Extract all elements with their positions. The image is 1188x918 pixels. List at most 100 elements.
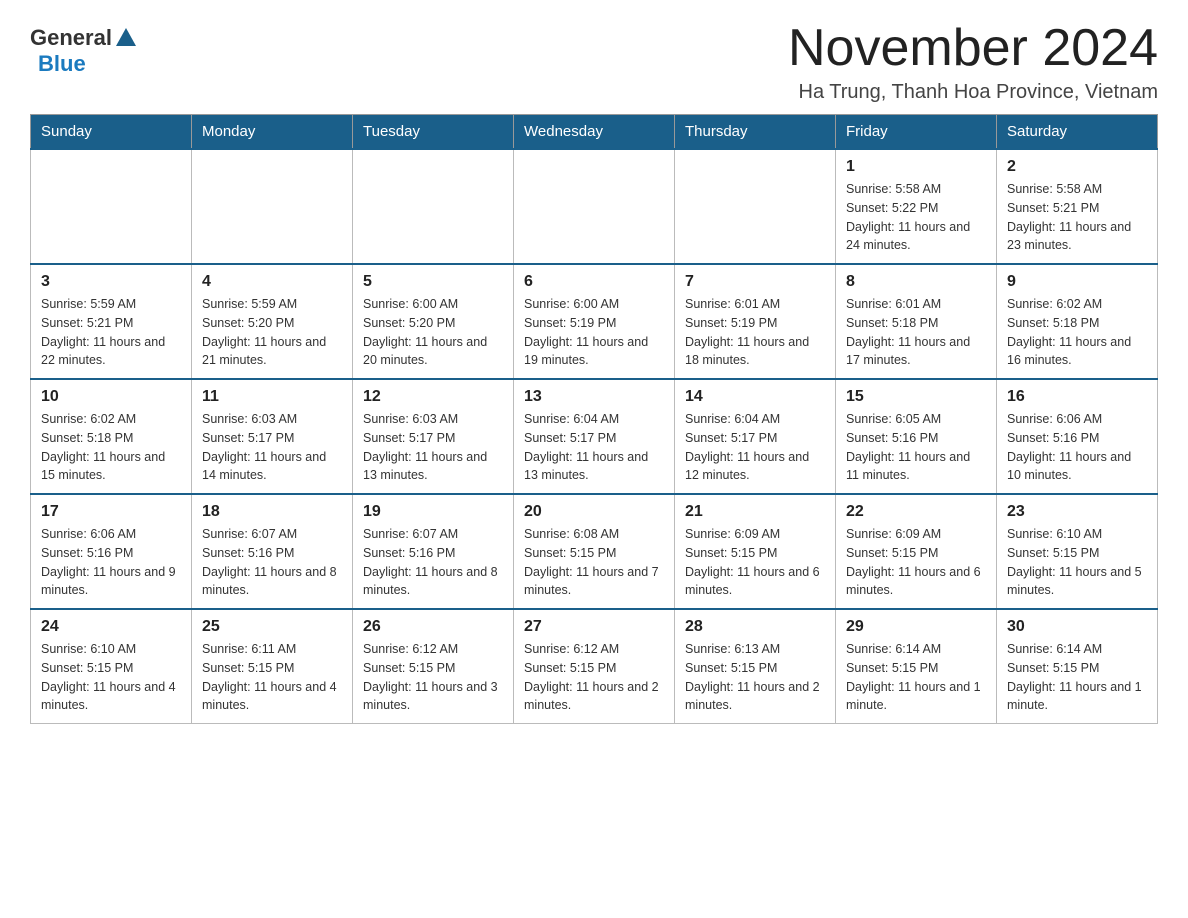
- calendar-table: SundayMondayTuesdayWednesdayThursdayFrid…: [30, 114, 1158, 724]
- day-number: 5: [363, 273, 503, 291]
- calendar-cell: [675, 149, 836, 264]
- day-info: Sunrise: 5:59 AM Sunset: 5:21 PM Dayligh…: [41, 295, 181, 370]
- calendar-cell: 23 Sunrise: 6:10 AM Sunset: 5:15 PM Dayli…: [997, 494, 1158, 609]
- location-subtitle: Ha Trung, Thanh Hoa Province, Vietnam: [788, 81, 1158, 104]
- calendar-cell: 26 Sunrise: 6:12 AM Sunset: 5:15 PM Dayli…: [353, 609, 514, 724]
- calendar-cell: 10Sunrise: 6:02 AM Sunset: 5:18 PM Dayli…: [31, 379, 192, 494]
- day-number: 28: [685, 618, 825, 636]
- day-of-week-header: Thursday: [675, 115, 836, 150]
- day-info: Sunrise: 6:07 AM Sunset: 5:16 PM Dayligh…: [202, 525, 342, 600]
- day-number: 27: [524, 618, 664, 636]
- calendar-cell: 21 Sunrise: 6:09 AM Sunset: 5:15 PM Dayli…: [675, 494, 836, 609]
- calendar-cell: 4 Sunrise: 5:59 AM Sunset: 5:20 PM Daylig…: [192, 264, 353, 379]
- day-info: Sunrise: 6:00 AM Sunset: 5:19 PM Dayligh…: [524, 295, 664, 370]
- day-number: 29: [846, 618, 986, 636]
- day-number: 3: [41, 273, 181, 291]
- calendar-cell: 1 Sunrise: 5:58 AM Sunset: 5:22 PM Daylig…: [836, 149, 997, 264]
- calendar-cell: [514, 149, 675, 264]
- day-number: 26: [363, 618, 503, 636]
- day-number: 2: [1007, 158, 1147, 176]
- day-info: Sunrise: 5:58 AM Sunset: 5:22 PM Dayligh…: [846, 180, 986, 255]
- day-info: Sunrise: 6:12 AM Sunset: 5:15 PM Dayligh…: [524, 640, 664, 715]
- day-number: 19: [363, 503, 503, 521]
- day-info: Sunrise: 6:03 AM Sunset: 5:17 PM Dayligh…: [363, 410, 503, 485]
- day-info: Sunrise: 6:14 AM Sunset: 5:15 PM Dayligh…: [1007, 640, 1147, 715]
- day-number: 24: [41, 618, 181, 636]
- day-info: Sunrise: 5:59 AM Sunset: 5:20 PM Dayligh…: [202, 295, 342, 370]
- week-row: 10Sunrise: 6:02 AM Sunset: 5:18 PM Dayli…: [31, 379, 1158, 494]
- day-of-week-header: Sunday: [31, 115, 192, 150]
- week-row: 17Sunrise: 6:06 AM Sunset: 5:16 PM Dayli…: [31, 494, 1158, 609]
- calendar-header-row: SundayMondayTuesdayWednesdayThursdayFrid…: [31, 115, 1158, 150]
- calendar-cell: 5 Sunrise: 6:00 AM Sunset: 5:20 PM Daylig…: [353, 264, 514, 379]
- calendar-cell: 19 Sunrise: 6:07 AM Sunset: 5:16 PM Dayli…: [353, 494, 514, 609]
- week-row: 24 Sunrise: 6:10 AM Sunset: 5:15 PM Dayli…: [31, 609, 1158, 724]
- logo-blue-text: Blue: [38, 51, 86, 77]
- month-title: November 2024: [788, 20, 1158, 77]
- day-info: Sunrise: 6:07 AM Sunset: 5:16 PM Dayligh…: [363, 525, 503, 600]
- calendar-cell: 13Sunrise: 6:04 AM Sunset: 5:17 PM Dayli…: [514, 379, 675, 494]
- day-info: Sunrise: 6:11 AM Sunset: 5:15 PM Dayligh…: [202, 640, 342, 715]
- day-number: 11: [202, 388, 342, 406]
- calendar-cell: 11 Sunrise: 6:03 AM Sunset: 5:17 PM Dayli…: [192, 379, 353, 494]
- day-number: 4: [202, 273, 342, 291]
- day-number: 1: [846, 158, 986, 176]
- day-of-week-header: Saturday: [997, 115, 1158, 150]
- day-info: Sunrise: 6:10 AM Sunset: 5:15 PM Dayligh…: [41, 640, 181, 715]
- day-info: Sunrise: 6:08 AM Sunset: 5:15 PM Dayligh…: [524, 525, 664, 600]
- day-number: 8: [846, 273, 986, 291]
- calendar-cell: 22 Sunrise: 6:09 AM Sunset: 5:15 PM Dayli…: [836, 494, 997, 609]
- day-info: Sunrise: 6:14 AM Sunset: 5:15 PM Dayligh…: [846, 640, 986, 715]
- day-info: Sunrise: 6:03 AM Sunset: 5:17 PM Dayligh…: [202, 410, 342, 485]
- day-info: Sunrise: 6:12 AM Sunset: 5:15 PM Dayligh…: [363, 640, 503, 715]
- day-info: Sunrise: 6:09 AM Sunset: 5:15 PM Dayligh…: [846, 525, 986, 600]
- day-number: 13: [524, 388, 664, 406]
- calendar-cell: 17Sunrise: 6:06 AM Sunset: 5:16 PM Dayli…: [31, 494, 192, 609]
- calendar-cell: 6 Sunrise: 6:00 AM Sunset: 5:19 PM Daylig…: [514, 264, 675, 379]
- logo-triangle-icon: [116, 28, 136, 46]
- day-number: 12: [363, 388, 503, 406]
- day-of-week-header: Monday: [192, 115, 353, 150]
- day-number: 25: [202, 618, 342, 636]
- day-number: 21: [685, 503, 825, 521]
- calendar-cell: [353, 149, 514, 264]
- day-number: 22: [846, 503, 986, 521]
- day-info: Sunrise: 6:13 AM Sunset: 5:15 PM Dayligh…: [685, 640, 825, 715]
- day-info: Sunrise: 6:01 AM Sunset: 5:18 PM Dayligh…: [846, 295, 986, 370]
- day-info: Sunrise: 6:10 AM Sunset: 5:15 PM Dayligh…: [1007, 525, 1147, 600]
- day-number: 14: [685, 388, 825, 406]
- page-header: General Blue November 2024 Ha Trung, Tha…: [30, 20, 1158, 104]
- logo: General Blue: [30, 20, 136, 77]
- day-number: 20: [524, 503, 664, 521]
- week-row: 1 Sunrise: 5:58 AM Sunset: 5:22 PM Daylig…: [31, 149, 1158, 264]
- day-number: 7: [685, 273, 825, 291]
- day-number: 16: [1007, 388, 1147, 406]
- calendar-cell: 15 Sunrise: 6:05 AM Sunset: 5:16 PM Dayli…: [836, 379, 997, 494]
- day-of-week-header: Tuesday: [353, 115, 514, 150]
- calendar-cell: 27 Sunrise: 6:12 AM Sunset: 5:15 PM Dayli…: [514, 609, 675, 724]
- calendar-cell: 30Sunrise: 6:14 AM Sunset: 5:15 PM Dayli…: [997, 609, 1158, 724]
- day-number: 15: [846, 388, 986, 406]
- day-number: 6: [524, 273, 664, 291]
- day-of-week-header: Wednesday: [514, 115, 675, 150]
- calendar-cell: 18Sunrise: 6:07 AM Sunset: 5:16 PM Dayli…: [192, 494, 353, 609]
- day-info: Sunrise: 6:00 AM Sunset: 5:20 PM Dayligh…: [363, 295, 503, 370]
- day-info: Sunrise: 5:58 AM Sunset: 5:21 PM Dayligh…: [1007, 180, 1147, 255]
- calendar-cell: 8 Sunrise: 6:01 AM Sunset: 5:18 PM Daylig…: [836, 264, 997, 379]
- calendar-cell: 25 Sunrise: 6:11 AM Sunset: 5:15 PM Dayli…: [192, 609, 353, 724]
- day-info: Sunrise: 6:04 AM Sunset: 5:17 PM Dayligh…: [685, 410, 825, 485]
- calendar-cell: 24 Sunrise: 6:10 AM Sunset: 5:15 PM Dayli…: [31, 609, 192, 724]
- calendar-cell: 9Sunrise: 6:02 AM Sunset: 5:18 PM Daylig…: [997, 264, 1158, 379]
- day-info: Sunrise: 6:09 AM Sunset: 5:15 PM Dayligh…: [685, 525, 825, 600]
- day-info: Sunrise: 6:05 AM Sunset: 5:16 PM Dayligh…: [846, 410, 986, 485]
- calendar-cell: 2 Sunrise: 5:58 AM Sunset: 5:21 PM Daylig…: [997, 149, 1158, 264]
- calendar-cell: [192, 149, 353, 264]
- day-number: 23: [1007, 503, 1147, 521]
- day-info: Sunrise: 6:02 AM Sunset: 5:18 PM Dayligh…: [1007, 295, 1147, 370]
- logo-general-text: General: [30, 25, 112, 51]
- calendar-cell: 20 Sunrise: 6:08 AM Sunset: 5:15 PM Dayli…: [514, 494, 675, 609]
- calendar-cell: 12 Sunrise: 6:03 AM Sunset: 5:17 PM Dayli…: [353, 379, 514, 494]
- calendar-cell: 29 Sunrise: 6:14 AM Sunset: 5:15 PM Dayli…: [836, 609, 997, 724]
- calendar-cell: 28 Sunrise: 6:13 AM Sunset: 5:15 PM Dayli…: [675, 609, 836, 724]
- calendar-cell: 14 Sunrise: 6:04 AM Sunset: 5:17 PM Dayli…: [675, 379, 836, 494]
